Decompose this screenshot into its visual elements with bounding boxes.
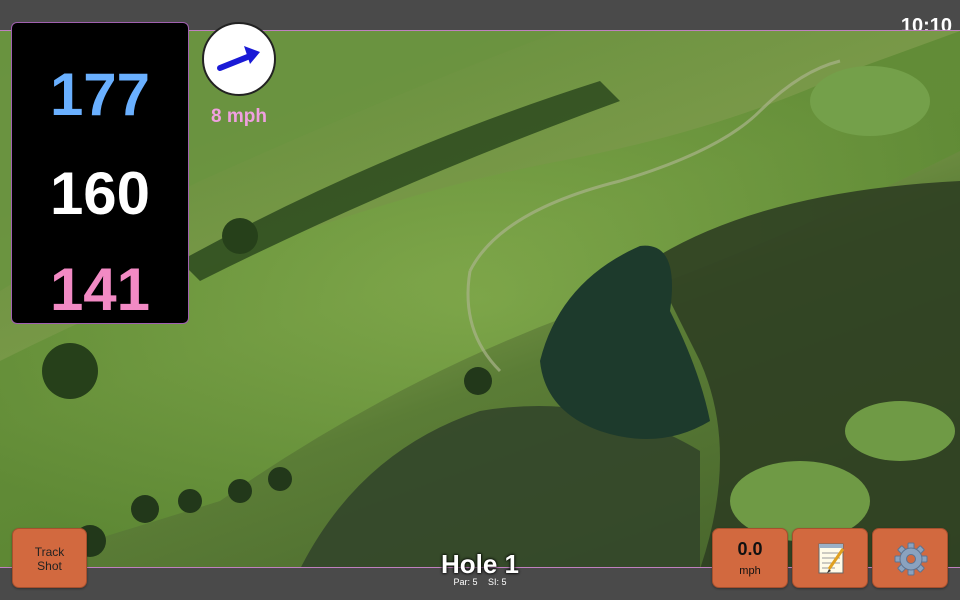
wind-button-unit: mph xyxy=(739,565,761,577)
back-distance: 177 xyxy=(49,61,151,128)
hole-info: Par: 5 SI: 5 xyxy=(380,577,580,587)
track-shot-button[interactable]: Track Shot xyxy=(12,528,87,588)
wind-speed-button[interactable]: 0.0 mph xyxy=(712,528,788,588)
hole-stroke-index: SI: 5 xyxy=(488,577,507,587)
middle-distance: 160 xyxy=(49,160,151,227)
settings-button[interactable] xyxy=(872,528,948,588)
gear-icon xyxy=(894,542,928,576)
wind-compass xyxy=(202,22,276,96)
wind-button-value: 0.0 xyxy=(737,539,763,559)
notes-button[interactable] xyxy=(792,528,868,588)
wind-arrow-icon xyxy=(217,46,260,71)
hole-par: Par: 5 xyxy=(453,577,478,587)
hole-title: Hole 1 xyxy=(440,549,520,579)
distance-panel: 177 160 141 xyxy=(11,22,189,324)
front-distance: 141 xyxy=(49,256,151,323)
track-shot-label: Track Shot xyxy=(34,545,65,573)
wind-speed-label: 8 mph xyxy=(211,106,267,127)
notepad-icon xyxy=(818,543,845,574)
